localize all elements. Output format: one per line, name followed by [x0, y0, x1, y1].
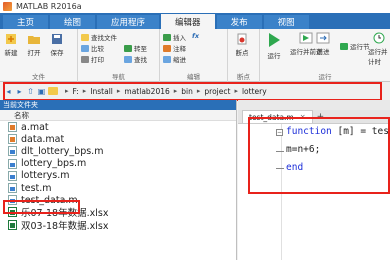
advance-button[interactable]: 前进	[316, 32, 330, 56]
tab-apps[interactable]: 应用程序	[97, 15, 160, 29]
m-file-icon	[8, 183, 17, 194]
run-group-title: 运行	[318, 73, 332, 81]
tab-home[interactable]: 主页	[3, 15, 49, 29]
save-icon	[52, 34, 62, 44]
new-icon	[6, 34, 16, 44]
run-button[interactable]: 运行	[266, 32, 282, 60]
mat-file-icon	[8, 122, 17, 133]
run-section-icon	[340, 42, 348, 50]
ribbon: 新建 打开 保存 文件 查找文件 比较 打印 转至 查找 导航 插入 注释 缩进…	[0, 29, 390, 82]
matlab-window: MATLAB R2016a 主页 绘图 应用程序 编辑器 发布 视图 新建 打开…	[0, 0, 390, 260]
file-group: 新建 打开 保存 文件	[0, 29, 78, 82]
m-file-icon	[8, 170, 17, 181]
m-file-icon	[8, 158, 17, 169]
tab-plots[interactable]: 绘图	[50, 15, 96, 29]
tab-publish[interactable]: 发布	[216, 15, 262, 29]
print-icon	[81, 55, 89, 63]
code-highlight-box	[248, 117, 390, 194]
run-time-button[interactable]: 运行并计时	[368, 32, 390, 66]
goto-icon	[124, 44, 132, 52]
m-file-icon	[8, 146, 17, 157]
excel-file-icon	[8, 219, 17, 230]
mat-file-icon	[8, 134, 17, 145]
open-folder-icon	[28, 36, 40, 44]
file-row[interactable]: lottery_bps.m	[0, 158, 236, 170]
address-highlight-box	[3, 82, 382, 101]
editor-toolbar	[238, 100, 390, 110]
file-row[interactable]: dlt_lottery_bps.m	[0, 145, 236, 157]
run-section-button[interactable]: 运行节	[340, 41, 370, 51]
run-group: 运行 运行并前进 前进 运行节 运行并计时 运行	[260, 29, 390, 82]
title-bar: MATLAB R2016a	[0, 0, 390, 13]
run-advance-icon	[299, 32, 313, 44]
tab-view[interactable]: 视图	[263, 15, 309, 29]
file-row[interactable]: test.m	[0, 182, 236, 194]
current-folder-header: 当前文件夹	[0, 100, 236, 110]
matlab-logo-icon	[3, 2, 12, 11]
find-button[interactable]: 查找	[124, 54, 147, 64]
file-row[interactable]: lotterys.m	[0, 170, 236, 182]
print-button[interactable]: 打印	[81, 54, 104, 64]
find-icon	[124, 55, 132, 63]
insert-icon	[163, 33, 171, 41]
indent-icon	[163, 55, 171, 63]
save-button[interactable]: 保存	[50, 33, 64, 57]
edit-group-title: 编辑	[187, 73, 200, 81]
find-file-icon	[81, 33, 89, 41]
compare-icon	[81, 44, 89, 52]
new-button[interactable]: 新建	[4, 33, 18, 57]
compare-button[interactable]: 比较	[81, 43, 104, 53]
nav-group: 查找文件 比较 打印 转至 查找 导航	[78, 29, 160, 82]
window-title: MATLAB R2016a	[16, 2, 82, 11]
file-group-title: 文件	[32, 73, 45, 81]
file-row[interactable]: data.mat	[0, 133, 236, 145]
find-file-button[interactable]: 查找文件	[81, 32, 117, 42]
ribbon-tab-strip: 主页 绘图 应用程序 编辑器 发布 视图	[0, 13, 390, 29]
name-column-header[interactable]: 名称	[0, 110, 236, 121]
breakpoint-group: 断点 断点	[228, 29, 260, 82]
advance-icon	[316, 32, 330, 44]
run-time-icon	[373, 32, 385, 44]
breakpoint-icon	[237, 33, 247, 45]
run-icon	[269, 33, 280, 47]
function-icon[interactable]: fx	[192, 32, 199, 40]
file-highlight-box	[3, 200, 80, 214]
comment-icon	[163, 44, 171, 52]
indent-button[interactable]: 缩进	[163, 54, 186, 64]
edit-group: 插入 注释 缩进 fx 编辑	[160, 29, 228, 82]
insert-button[interactable]: 插入	[163, 32, 186, 42]
current-folder-panel: 当前文件夹 名称 a.mat data.mat dlt_lottery_bps.…	[0, 100, 237, 260]
file-row[interactable]: a.mat	[0, 121, 236, 133]
breakpoint-button[interactable]: 断点	[235, 33, 249, 57]
goto-button[interactable]: 转至	[124, 43, 147, 53]
breakpoint-group-title: 断点	[237, 73, 250, 81]
tab-editor[interactable]: 编辑器	[161, 14, 215, 29]
file-list: a.mat data.mat dlt_lottery_bps.m lottery…	[0, 121, 236, 232]
nav-group-title: 导航	[112, 73, 125, 81]
comment-button[interactable]: 注释	[163, 43, 186, 53]
file-row[interactable]: 双03-18年数据.xlsx	[0, 219, 236, 232]
open-button[interactable]: 打开	[27, 33, 41, 57]
